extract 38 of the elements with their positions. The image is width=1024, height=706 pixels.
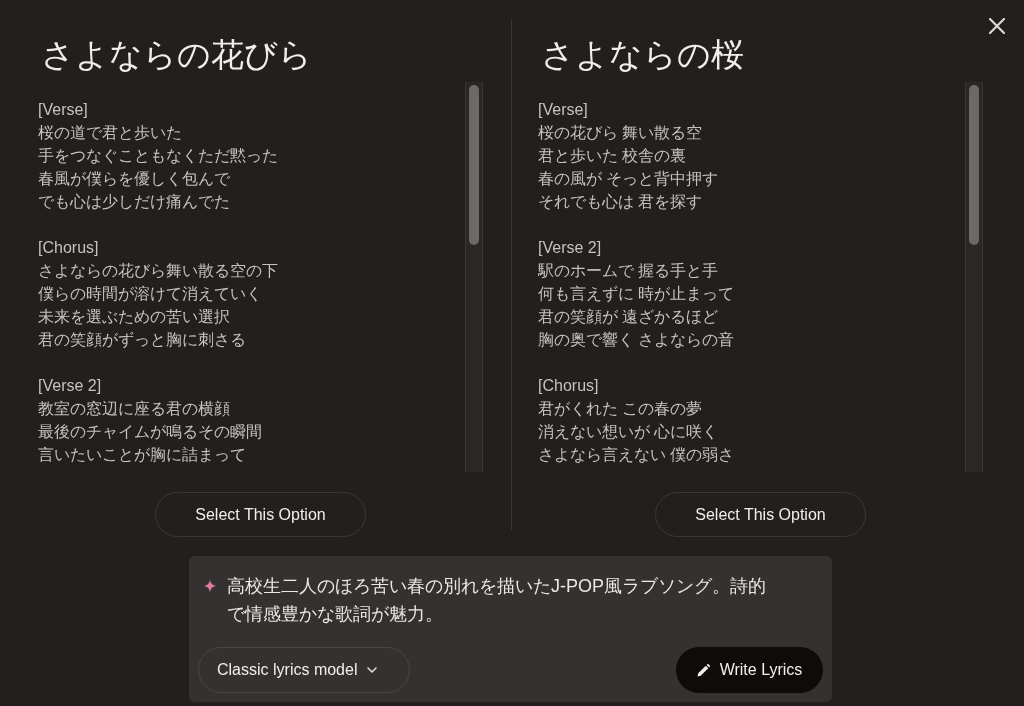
lyric-line: 桜の道で君と歩いた [38, 123, 182, 143]
lyric-line: でも心は少しだけ痛んでた [38, 192, 230, 212]
section-heading: [Verse 2] [538, 238, 602, 258]
song-title: さよならの桜 [540, 35, 745, 75]
write-lyrics-button[interactable]: Write Lyrics [676, 647, 823, 693]
lyric-line: 教室の窓辺に座る君の横顔 [38, 399, 230, 419]
lyric-line: さよならの花びら舞い散る空の下 [38, 261, 278, 281]
lyric-line: 未来を選ぶための苦い選択 [38, 307, 230, 327]
lyric-line: さよなら言えない 僕の弱さ [538, 445, 735, 465]
section-heading: [Chorus] [38, 238, 99, 258]
lyric-line: 桜の花びら 舞い散る空 [538, 123, 703, 143]
scrollbar-thumb[interactable] [469, 85, 479, 245]
section-heading: [Chorus] [538, 376, 599, 396]
lyric-line: 消えない想いが 心に咲く [538, 422, 719, 442]
lyric-line: 駅のホームで 握る手と手 [538, 261, 719, 281]
lyric-line: 君と歩いた 校舎の裏 [538, 146, 687, 166]
section-heading: [Verse 2] [38, 376, 102, 396]
section-heading: [Verse] [38, 100, 88, 120]
lyric-line: 春風が僕らを優しく包んで [38, 169, 230, 189]
lyric-line: 胸の奥で響く さよならの音 [538, 330, 735, 350]
chevron-down-icon [367, 667, 378, 673]
song-title: さよならの花びら [40, 35, 313, 75]
lyric-line: 言いたいことが胸に詰まって [38, 445, 246, 465]
lyric-line: 君の笑顔がずっと胸に刺さる [38, 330, 246, 350]
scrollbar-thumb[interactable] [969, 85, 979, 245]
lyric-line: それでも心は 君を探す [538, 192, 703, 212]
lyric-line: 春の風が そっと背中押す [538, 169, 719, 189]
section-heading: [Verse] [538, 100, 588, 120]
close-icon [989, 18, 1005, 34]
description-text: 高校生二人のほろ苦い春の別れを描いたJ-POP風ラブソング。詩的で情感豊かな歌詞が魅力。 [227, 575, 767, 626]
lyric-line: 君の笑顔が 遠ざかるほど [538, 307, 719, 327]
lyric-line: 君がくれた この春の夢 [538, 399, 703, 419]
lyric-line: 何も言えずに 時が止まって [538, 284, 735, 304]
lyric-line: 最後のチャイムが鳴るその瞬間 [38, 422, 262, 442]
lyric-line: 僕らの時間が溶けて消えていく [38, 284, 262, 304]
lyric-line: 手をつなぐこともなくただ黙った [38, 146, 278, 166]
sparkle-icon [204, 580, 216, 592]
pencil-icon [696, 663, 710, 677]
